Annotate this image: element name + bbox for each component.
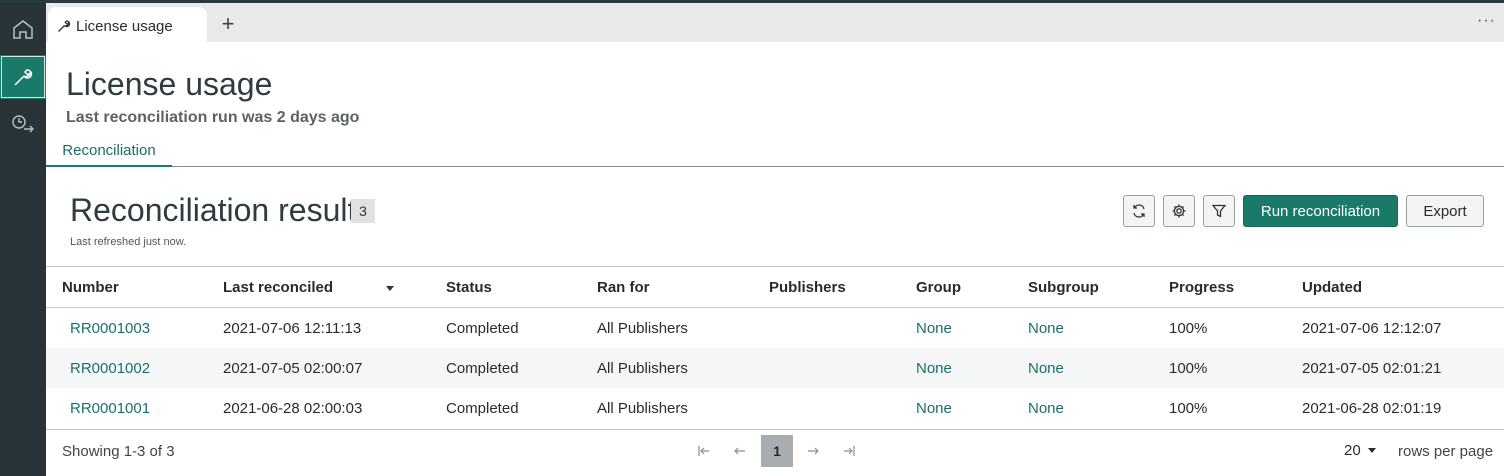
refresh-icon bbox=[1133, 204, 1145, 218]
table-row: RR0001002 2021-07-05 02:00:07 Completed … bbox=[46, 348, 1504, 388]
wrench-icon bbox=[14, 69, 33, 86]
updated-cell: 2021-07-05 02:01:21 bbox=[1302, 359, 1442, 377]
last-page-button[interactable] bbox=[833, 435, 865, 467]
progress-cell: 100% bbox=[1169, 359, 1208, 377]
column-header-publishers[interactable]: Publishers bbox=[769, 267, 846, 308]
status-cell: Completed bbox=[446, 399, 519, 417]
page-title: License usage bbox=[66, 66, 273, 102]
updated-cell: 2021-06-28 02:01:19 bbox=[1302, 399, 1442, 417]
status-cell: Completed bbox=[446, 359, 519, 377]
subgroup-link[interactable]: None bbox=[1028, 308, 1064, 348]
subgroup-link[interactable]: None bbox=[1028, 348, 1064, 388]
column-header-ran-for[interactable]: Ran for bbox=[597, 267, 650, 308]
reconciliation-table: Number Last reconciled Status Ran for Pu… bbox=[46, 266, 1504, 428]
column-header-status[interactable]: Status bbox=[446, 267, 492, 308]
section-title: Reconciliation result bbox=[70, 192, 357, 228]
filter-icon bbox=[1211, 204, 1227, 218]
group-link[interactable]: None bbox=[916, 348, 952, 388]
last-refreshed-text: Last refreshed just now. bbox=[70, 236, 187, 248]
record-number-link[interactable]: RR0001001 bbox=[70, 388, 150, 428]
table-header: Number Last reconciled Status Ran for Pu… bbox=[46, 266, 1504, 308]
gear-icon bbox=[1172, 204, 1186, 218]
table-row: RR0001001 2021-06-28 02:00:03 Completed … bbox=[46, 388, 1504, 428]
progress-cell: 100% bbox=[1169, 319, 1208, 337]
page-subtitle: Last reconciliation run was 2 days ago bbox=[66, 109, 360, 126]
last-page-icon bbox=[844, 446, 855, 456]
subtab-bar: Reconciliation bbox=[46, 136, 1504, 167]
arrow-left-icon bbox=[734, 447, 745, 455]
ran-for-cell: All Publishers bbox=[597, 399, 688, 417]
status-cell: Completed bbox=[446, 319, 519, 337]
settings-button[interactable] bbox=[1163, 195, 1195, 227]
tab-license-usage[interactable]: License usage bbox=[48, 7, 207, 45]
next-page-button[interactable] bbox=[797, 435, 829, 467]
left-rail bbox=[0, 0, 46, 476]
group-link[interactable]: None bbox=[916, 308, 952, 348]
refresh-button[interactable] bbox=[1123, 195, 1155, 227]
new-tab-button[interactable]: + bbox=[216, 12, 240, 36]
record-number-link[interactable]: RR0001003 bbox=[70, 308, 150, 348]
column-header-last-reconciled[interactable]: Last reconciled bbox=[223, 267, 333, 308]
count-badge: 3 bbox=[351, 199, 375, 223]
first-page-button[interactable] bbox=[688, 435, 720, 467]
column-header-progress[interactable]: Progress bbox=[1169, 267, 1234, 308]
clock-arrow-icon bbox=[12, 115, 34, 133]
ran-for-cell: All Publishers bbox=[597, 359, 688, 377]
tab-strip: License usage + ··· bbox=[46, 0, 1504, 45]
wrench-icon bbox=[57, 19, 71, 33]
table-row: RR0001003 2021-07-06 12:11:13 Completed … bbox=[46, 308, 1504, 348]
current-page-button[interactable]: 1 bbox=[761, 435, 793, 467]
rail-license-button[interactable] bbox=[0, 55, 46, 99]
rows-per-page-label: rows per page bbox=[1398, 443, 1494, 460]
column-header-number[interactable]: Number bbox=[62, 267, 119, 308]
group-link[interactable]: None bbox=[916, 388, 952, 428]
progress-cell: 100% bbox=[1169, 399, 1208, 417]
filter-button[interactable] bbox=[1203, 195, 1235, 227]
chevron-down-icon bbox=[1367, 448, 1376, 453]
previous-page-button[interactable] bbox=[724, 435, 756, 467]
ran-for-cell: All Publishers bbox=[597, 319, 688, 337]
last-reconciled-cell: 2021-07-05 02:00:07 bbox=[223, 359, 363, 377]
home-icon bbox=[13, 20, 33, 39]
tab-reconciliation[interactable]: Reconciliation bbox=[46, 136, 172, 167]
record-number-link[interactable]: RR0001002 bbox=[70, 348, 150, 388]
more-options-icon[interactable]: ··· bbox=[1477, 12, 1496, 30]
rail-history-button[interactable] bbox=[0, 102, 46, 146]
export-button[interactable]: Export bbox=[1406, 195, 1484, 227]
subgroup-link[interactable]: None bbox=[1028, 388, 1064, 428]
tab-label: License usage bbox=[76, 17, 173, 35]
showing-count: Showing 1-3 of 3 bbox=[62, 443, 175, 460]
rows-per-page-select[interactable]: 20 bbox=[1344, 442, 1376, 459]
rows-per-page-value: 20 bbox=[1344, 442, 1361, 459]
last-reconciled-cell: 2021-06-28 02:00:03 bbox=[223, 399, 363, 417]
sort-descending-icon[interactable] bbox=[386, 286, 394, 291]
last-reconciled-cell: 2021-07-06 12:11:13 bbox=[223, 319, 362, 337]
column-header-updated[interactable]: Updated bbox=[1302, 267, 1362, 308]
table-footer: Showing 1-3 of 3 1 20 rows per page bbox=[46, 429, 1504, 476]
arrow-right-icon bbox=[808, 447, 819, 455]
column-header-subgroup[interactable]: Subgroup bbox=[1028, 267, 1099, 308]
rail-home-button[interactable] bbox=[0, 7, 46, 51]
first-page-icon bbox=[698, 446, 709, 456]
column-header-group[interactable]: Group bbox=[916, 267, 961, 308]
run-reconciliation-button[interactable]: Run reconciliation bbox=[1243, 195, 1398, 227]
updated-cell: 2021-07-06 12:12:07 bbox=[1302, 319, 1442, 337]
